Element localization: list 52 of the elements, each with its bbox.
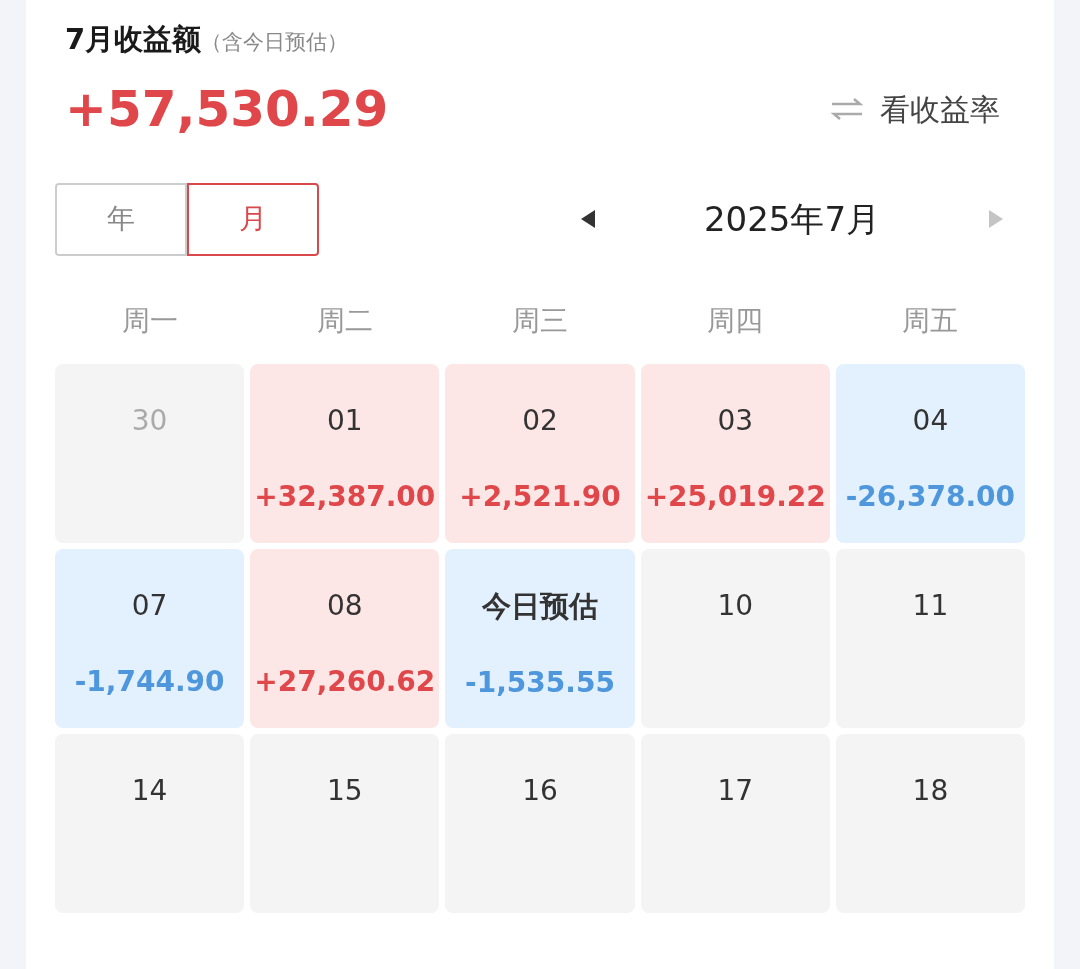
day-label: 今日预估	[482, 587, 598, 625]
day-cell[interactable]: 16	[445, 733, 635, 913]
day-label: 10	[717, 587, 753, 624]
day-profit: -1,744.90	[74, 663, 225, 700]
day-cell[interactable]: 今日预估 -1,535.55	[445, 548, 635, 728]
day-label: 17	[717, 772, 753, 809]
day-label: 07	[131, 587, 168, 624]
day-cell[interactable]: 15	[250, 733, 440, 913]
right-triangle-icon	[987, 209, 1005, 229]
day-cell[interactable]: 17	[640, 733, 830, 913]
title-note: （含今日预估）	[201, 29, 349, 56]
weekday-label: 周四	[707, 302, 764, 339]
day-profit: +32,387.00	[254, 478, 436, 515]
day-label: 03	[717, 402, 753, 439]
left-triangle-icon	[579, 209, 597, 229]
day-label: 16	[522, 772, 558, 809]
day-cell[interactable]: 01 +32,387.00	[250, 363, 440, 543]
day-label: 08	[326, 587, 363, 624]
title: 7月收益额	[65, 21, 202, 58]
weekday-label: 周三	[512, 302, 568, 339]
day-label: 15	[326, 772, 363, 809]
total-amount: +57,530.29	[65, 78, 389, 140]
day-cell[interactable]: 14	[55, 733, 245, 913]
day-cell[interactable]: 08 +27,260.62	[250, 548, 440, 728]
day-cell[interactable]: 18	[835, 733, 1025, 913]
day-label: 01	[326, 402, 363, 439]
day-cell[interactable]: 04 -26,378.00	[835, 363, 1025, 543]
day-profit: -1,535.55	[465, 665, 615, 701]
weekday-label: 周二	[316, 302, 373, 339]
day-profit: +27,260.62	[254, 663, 436, 700]
day-cell[interactable]: 10	[640, 548, 830, 728]
day-label: 04	[912, 402, 949, 439]
day-cell[interactable]: 02 +2,521.90	[445, 363, 635, 543]
day-cell[interactable]: 07 -1,744.90	[55, 548, 245, 728]
day-label: 14	[131, 772, 168, 809]
month-label: 2025年7月	[703, 197, 881, 241]
day-profit: +2,521.90	[459, 478, 621, 515]
switch-rate-button[interactable]: 看收益率	[830, 86, 1000, 132]
period-tab[interactable]: 年	[55, 182, 187, 256]
day-profit: +25,019.22	[644, 478, 826, 515]
previous-month-button[interactable]	[579, 209, 597, 229]
day-cell[interactable]: 11	[835, 548, 1025, 728]
day-label: 11	[912, 587, 949, 624]
day-label: 18	[912, 772, 949, 809]
day-label: 02	[522, 402, 558, 439]
day-profit: -26,378.00	[845, 478, 1016, 515]
day-cell[interactable]: 03 +25,019.22	[640, 363, 830, 543]
day-label: 30	[131, 402, 168, 439]
swap-icon	[830, 97, 864, 121]
weekday-label: 周一	[121, 302, 178, 339]
period-tab[interactable]: 月	[187, 182, 319, 256]
weekday-label: 周五	[902, 302, 959, 339]
